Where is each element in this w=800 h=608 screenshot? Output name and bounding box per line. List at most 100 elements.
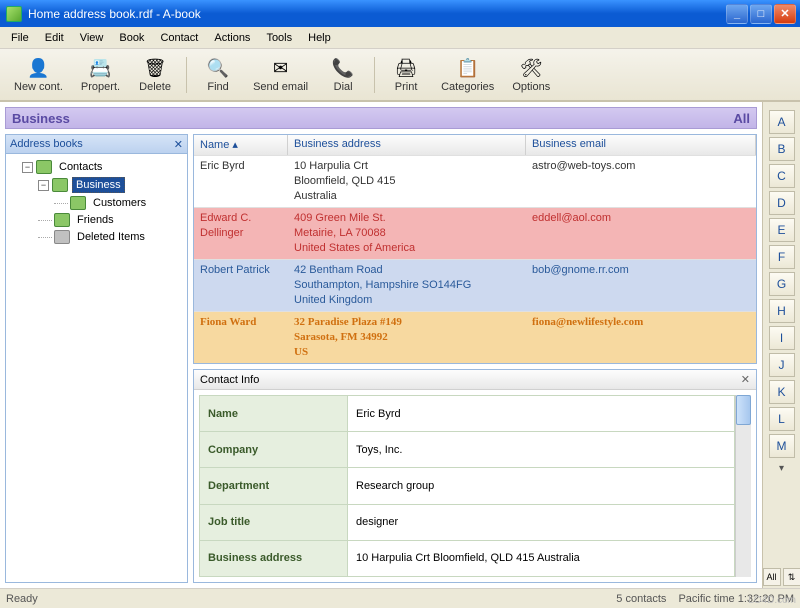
info-key: Name xyxy=(200,396,348,432)
toolbar-new-cont-[interactable]: 👤New cont. xyxy=(6,54,71,95)
info-value: designer xyxy=(348,504,735,540)
menu-file[interactable]: File xyxy=(4,30,36,46)
contact-info-close-icon[interactable]: ✕ xyxy=(741,373,750,386)
menu-help[interactable]: Help xyxy=(301,30,338,46)
toolbar-label: Send email xyxy=(253,81,308,93)
toolbar-icon: 📇 xyxy=(88,56,112,80)
table-cell: astro@web-toys.com xyxy=(526,156,756,207)
sidebar: Address books ✕ −Contacts −Business Cust… xyxy=(5,134,188,583)
contact-info-scrollbar[interactable] xyxy=(735,395,751,577)
toolbar-icon: 👤 xyxy=(26,56,50,80)
toolbar-label: Propert. xyxy=(81,81,120,93)
alphabet-j[interactable]: J xyxy=(769,353,795,377)
sidebar-title: Address books xyxy=(10,138,83,150)
toolbar-label: Options xyxy=(512,81,550,93)
status-left: Ready xyxy=(6,593,38,605)
sidebar-close-icon[interactable]: ✕ xyxy=(174,138,183,151)
titlebar: Home address book.rdf - A-book _ □ ✕ xyxy=(0,0,800,27)
toolbar-icon: 📋 xyxy=(456,56,480,80)
table-cell: 10 Harpulia CrtBloomfield, QLD 415Austra… xyxy=(288,156,526,207)
info-value: Research group xyxy=(348,468,735,504)
alphabet-sort-button[interactable]: ⇅ xyxy=(783,568,800,586)
toolbar-icon: 🗑 xyxy=(143,56,167,80)
menu-book[interactable]: Book xyxy=(112,30,151,46)
filter-bar: Business All xyxy=(5,107,757,129)
alphabet-all-button[interactable]: All xyxy=(763,568,781,586)
tree-node-contacts[interactable]: −Contacts xyxy=(8,159,185,175)
alphabet-more-icon[interactable]: ▾ xyxy=(779,463,784,475)
table-cell: Eric Byrd xyxy=(194,156,288,207)
close-button[interactable]: ✕ xyxy=(774,4,796,24)
tree-node-deleted[interactable]: Deleted Items xyxy=(8,229,185,245)
alphabet-g[interactable]: G xyxy=(769,272,795,296)
toolbar-print[interactable]: 🖨Print xyxy=(381,54,431,95)
address-book-tree: −Contacts −Business Customers Friends De… xyxy=(5,154,188,583)
table-cell: Fiona Ward xyxy=(194,312,288,363)
toolbar-find[interactable]: 🔍Find xyxy=(193,54,243,95)
maximize-button[interactable]: □ xyxy=(750,4,772,24)
status-count: 5 contacts xyxy=(616,593,666,605)
table-cell: Edward C. Dellinger xyxy=(194,208,288,259)
table-row[interactable]: Fiona Ward32 Paradise Plaza #149Sarasota… xyxy=(194,311,756,363)
toolbar-label: Dial xyxy=(334,81,353,93)
toolbar-send-email[interactable]: ✉Send email xyxy=(245,54,316,95)
alphabet-a[interactable]: A xyxy=(769,110,795,134)
contact-info-table: NameEric ByrdCompanyToys, Inc.Department… xyxy=(199,395,735,577)
tree-node-customers[interactable]: Customers xyxy=(8,195,185,211)
table-cell: bob@gnome.rr.com xyxy=(526,260,756,311)
info-key: Job title xyxy=(200,504,348,540)
toolbar-separator xyxy=(186,57,187,93)
menubar: FileEditViewBookContactActionsToolsHelp xyxy=(0,27,800,49)
toolbar-label: Print xyxy=(395,81,418,93)
table-row[interactable]: Eric Byrd10 Harpulia CrtBloomfield, QLD … xyxy=(194,155,756,207)
toolbar-delete[interactable]: 🗑Delete xyxy=(130,54,180,95)
alphabet-b[interactable]: B xyxy=(769,137,795,161)
alphabet-h[interactable]: H xyxy=(769,299,795,323)
menu-view[interactable]: View xyxy=(73,30,111,46)
column-header[interactable]: Business address xyxy=(288,135,526,155)
table-row[interactable]: Edward C. Dellinger409 Green Mile St.Met… xyxy=(194,207,756,259)
statusbar: Ready 5 contacts Pacific time 1:32:20 PM xyxy=(0,588,800,608)
toolbar-icon: 📞 xyxy=(331,56,355,80)
alphabet-e[interactable]: E xyxy=(769,218,795,242)
toolbar-icon: 🛠 xyxy=(519,56,543,80)
toolbar-dial[interactable]: 📞Dial xyxy=(318,54,368,95)
toolbar-label: Delete xyxy=(139,81,171,93)
tree-node-friends[interactable]: Friends xyxy=(8,212,185,228)
column-header[interactable]: Business email xyxy=(526,135,756,155)
toolbar-icon: 🖨 xyxy=(394,56,418,80)
menu-tools[interactable]: Tools xyxy=(259,30,299,46)
info-value: 10 Harpulia Crt Bloomfield, QLD 415 Aust… xyxy=(348,540,735,576)
table-cell: Robert Patrick xyxy=(194,260,288,311)
info-value: Toys, Inc. xyxy=(348,432,735,468)
alphabet-k[interactable]: K xyxy=(769,380,795,404)
menu-contact[interactable]: Contact xyxy=(153,30,205,46)
toolbar-propert-[interactable]: 📇Propert. xyxy=(73,54,128,95)
alphabet-bar: ABCDEFGHIJKLM ▾ All ⇅ xyxy=(762,102,800,588)
alphabet-m[interactable]: M xyxy=(769,434,795,458)
info-key: Business address xyxy=(200,540,348,576)
menu-edit[interactable]: Edit xyxy=(38,30,71,46)
tree-node-business[interactable]: −Business xyxy=(8,176,185,194)
toolbar-categories[interactable]: 📋Categories xyxy=(433,54,502,95)
toolbar-separator xyxy=(374,57,375,93)
alphabet-f[interactable]: F xyxy=(769,245,795,269)
toolbar-label: New cont. xyxy=(14,81,63,93)
toolbar-label: Find xyxy=(207,81,228,93)
filter-mode[interactable]: All xyxy=(733,111,750,126)
menu-actions[interactable]: Actions xyxy=(207,30,257,46)
table-row[interactable]: Robert Patrick42 Bentham RoadSouthampton… xyxy=(194,259,756,311)
table-cell: 32 Paradise Plaza #149Sarasota, FM 34992… xyxy=(288,312,526,363)
toolbar-options[interactable]: 🛠Options xyxy=(504,54,558,95)
toolbar: 👤New cont.📇Propert.🗑Delete🔍Find✉Send ema… xyxy=(0,49,800,101)
table-cell: fiona@newlifestyle.com xyxy=(526,312,756,363)
alphabet-d[interactable]: D xyxy=(769,191,795,215)
watermark: LO4D.com xyxy=(748,595,796,606)
contact-info-title: Contact Info xyxy=(200,374,259,386)
column-header[interactable]: Name ▴ xyxy=(194,135,288,155)
alphabet-i[interactable]: I xyxy=(769,326,795,350)
minimize-button[interactable]: _ xyxy=(726,4,748,24)
alphabet-c[interactable]: C xyxy=(769,164,795,188)
toolbar-icon: ✉ xyxy=(269,56,293,80)
alphabet-l[interactable]: L xyxy=(769,407,795,431)
